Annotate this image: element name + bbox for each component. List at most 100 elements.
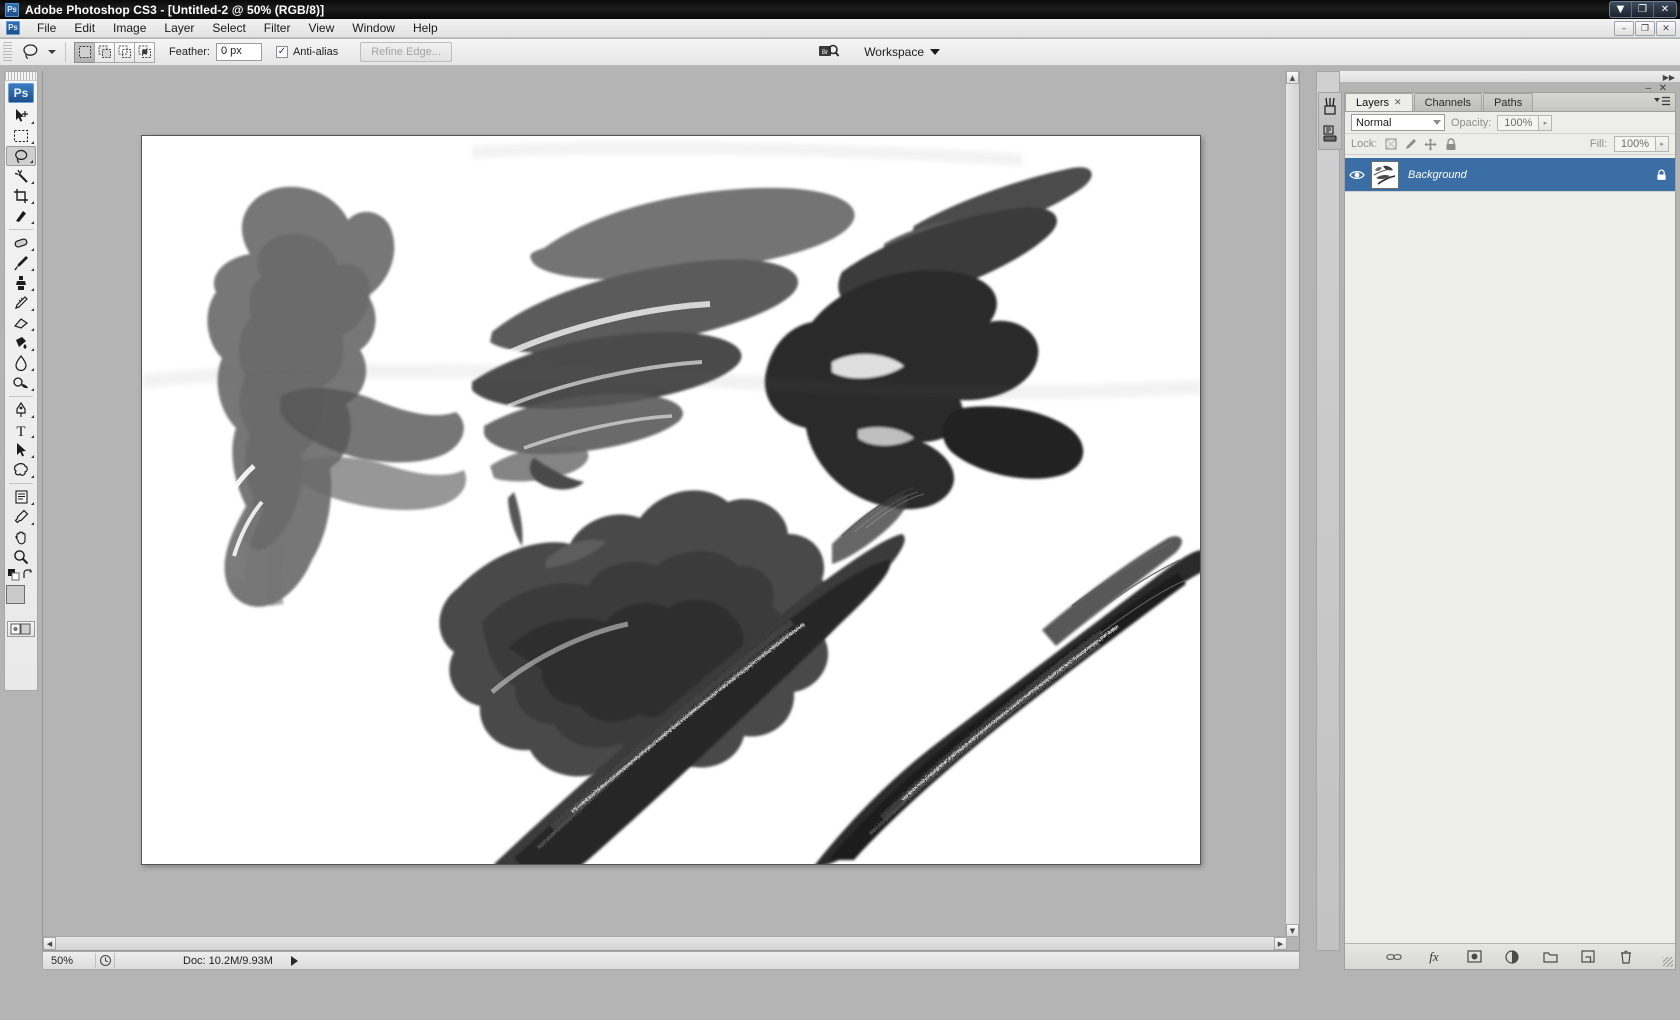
tool-magic-wand[interactable] — [6, 166, 36, 186]
scroll-down-arrow-icon[interactable]: ▼ — [1286, 924, 1299, 937]
scroll-up-arrow-icon[interactable]: ▲ — [1286, 71, 1299, 84]
workspace-chevron-down-icon[interactable] — [930, 49, 940, 55]
menu-layer[interactable]: Layer — [155, 19, 203, 37]
add-to-selection-button[interactable] — [94, 41, 115, 63]
document-close-icon[interactable]: ✕ — [1656, 21, 1676, 36]
menu-view[interactable]: View — [299, 19, 343, 37]
brushes-panel-icon[interactable] — [1319, 93, 1341, 120]
tool-rectangular-marquee[interactable] — [6, 126, 36, 146]
link-layers-icon[interactable] — [1386, 949, 1402, 965]
fill-stepper-icon[interactable]: ▸ — [1656, 136, 1669, 152]
new-group-icon[interactable] — [1542, 949, 1558, 965]
blend-mode-select[interactable]: Normal — [1351, 114, 1445, 131]
lock-image-pixels-icon[interactable] — [1404, 138, 1417, 151]
tool-hand[interactable] — [6, 527, 36, 547]
tool-dodge[interactable] — [6, 373, 36, 393]
menu-file[interactable]: File — [28, 19, 65, 37]
add-layer-style-icon[interactable]: fx — [1424, 949, 1444, 965]
status-clock-icon[interactable] — [95, 953, 115, 968]
tool-clone-stamp[interactable] — [6, 273, 36, 293]
menu-window[interactable]: Window — [343, 19, 404, 37]
layer-lock-icon — [1656, 169, 1667, 181]
menu-image[interactable]: Image — [104, 19, 155, 37]
tool-brush[interactable] — [6, 253, 36, 273]
workspace-button[interactable]: Workspace — [864, 45, 940, 59]
minimize-icon[interactable]: ▼ — [1610, 2, 1632, 17]
tool-healing-brush[interactable] — [6, 233, 36, 253]
tool-preset-chevron-down-icon[interactable] — [48, 50, 56, 54]
document-window: ▲ ▼ ◀ ▶ — [42, 71, 1300, 951]
subtract-from-selection-button[interactable] — [114, 41, 135, 63]
status-expand-arrow-icon[interactable] — [290, 955, 298, 966]
document-size-label: Doc: 10.2M/9.93M — [183, 954, 273, 967]
tab-channels-label: Channels — [1424, 96, 1472, 109]
scroll-left-arrow-icon[interactable]: ◀ — [43, 937, 56, 950]
options-bar-grip[interactable] — [3, 42, 12, 62]
add-layer-mask-icon[interactable] — [1466, 949, 1482, 965]
tool-blur[interactable] — [6, 353, 36, 373]
toolbox-grip[interactable] — [5, 72, 37, 81]
close-icon[interactable]: ✕ — [1394, 98, 1402, 108]
intersect-with-selection-button[interactable] — [134, 41, 155, 63]
fill-input[interactable]: 100% — [1614, 136, 1656, 152]
new-layer-icon[interactable] — [1580, 949, 1596, 965]
tool-crop[interactable] — [6, 186, 36, 206]
feather-input[interactable]: 0 px — [215, 43, 262, 61]
foreground-color-swatch[interactable] — [6, 585, 25, 604]
layer-visibility-toggle[interactable] — [1345, 169, 1369, 181]
lasso-tool-icon[interactable] — [18, 41, 44, 63]
tool-lasso[interactable] — [6, 146, 36, 166]
refine-edge-button[interactable]: Refine Edge... — [360, 42, 452, 62]
lock-all-icon[interactable] — [1444, 137, 1457, 151]
bridge-icon[interactable]: Br — [818, 43, 840, 61]
tab-channels[interactable]: Channels — [1413, 93, 1483, 111]
restore-icon[interactable]: ❐ — [1632, 2, 1654, 17]
tool-history-brush[interactable] — [6, 293, 36, 313]
zoom-level-field[interactable]: 50% — [43, 955, 95, 967]
document-horizontal-scrollbar[interactable]: ◀ ▶ — [43, 936, 1287, 950]
document-restore-icon[interactable]: ❐ — [1635, 21, 1655, 36]
tool-move[interactable] — [6, 106, 36, 126]
tool-slice[interactable] — [6, 206, 36, 226]
close-icon[interactable]: ✕ — [1654, 2, 1676, 17]
lock-transparent-pixels-icon[interactable] — [1384, 138, 1397, 151]
tab-layers[interactable]: Layers ✕ — [1345, 93, 1413, 111]
tool-pen[interactable] — [6, 400, 36, 420]
new-adjustment-layer-icon[interactable] — [1504, 949, 1520, 965]
dock-expand-icon[interactable]: ▶▶ — [1663, 73, 1675, 82]
menu-edit[interactable]: Edit — [65, 19, 104, 37]
tab-paths[interactable]: Paths — [1483, 93, 1534, 111]
opacity-input[interactable]: 100% — [1497, 114, 1540, 131]
new-selection-button[interactable] — [74, 41, 95, 63]
tool-eyedropper[interactable] — [6, 507, 36, 527]
tool-notes[interactable] — [6, 487, 36, 507]
quick-mask-mode-icon[interactable] — [7, 621, 35, 637]
delete-layer-icon[interactable] — [1618, 949, 1634, 965]
panel-minimize-icon[interactable]: – — [1645, 83, 1651, 94]
tool-custom-shape[interactable] — [6, 460, 36, 480]
menu-filter[interactable]: Filter — [255, 19, 300, 37]
opacity-stepper-icon[interactable]: ▸ — [1539, 114, 1553, 131]
panel-close-icon[interactable]: ✕ — [1659, 83, 1667, 94]
panel-menu-icon[interactable] — [1653, 96, 1671, 107]
tool-eraser[interactable] — [6, 313, 36, 333]
anti-alias-checkbox[interactable]: ✓ — [275, 46, 288, 58]
scroll-right-arrow-icon[interactable]: ▶ — [1274, 937, 1287, 950]
layer-thumbnail — [1371, 160, 1399, 189]
tool-gradient[interactable] — [6, 333, 36, 353]
lock-position-icon[interactable] — [1424, 138, 1437, 151]
tab-paths-label: Paths — [1494, 96, 1523, 109]
tool-path-selection[interactable] — [6, 440, 36, 460]
swap-colors-icon[interactable] — [22, 569, 34, 581]
panel-resize-grip[interactable] — [1663, 957, 1673, 967]
tool-zoom[interactable] — [6, 547, 36, 567]
tool-presets-panel-icon[interactable] — [1319, 120, 1341, 147]
menu-select[interactable]: Select — [203, 19, 254, 37]
canvas[interactable] — [141, 135, 1201, 865]
document-vertical-scrollbar[interactable]: ▲ ▼ — [1285, 71, 1299, 937]
tool-type[interactable]: T — [6, 420, 36, 440]
default-colors-icon[interactable] — [8, 569, 20, 581]
layer-row-background[interactable]: Background — [1345, 158, 1675, 192]
document-minimize-icon[interactable]: – — [1614, 21, 1634, 36]
menu-help[interactable]: Help — [404, 19, 447, 37]
